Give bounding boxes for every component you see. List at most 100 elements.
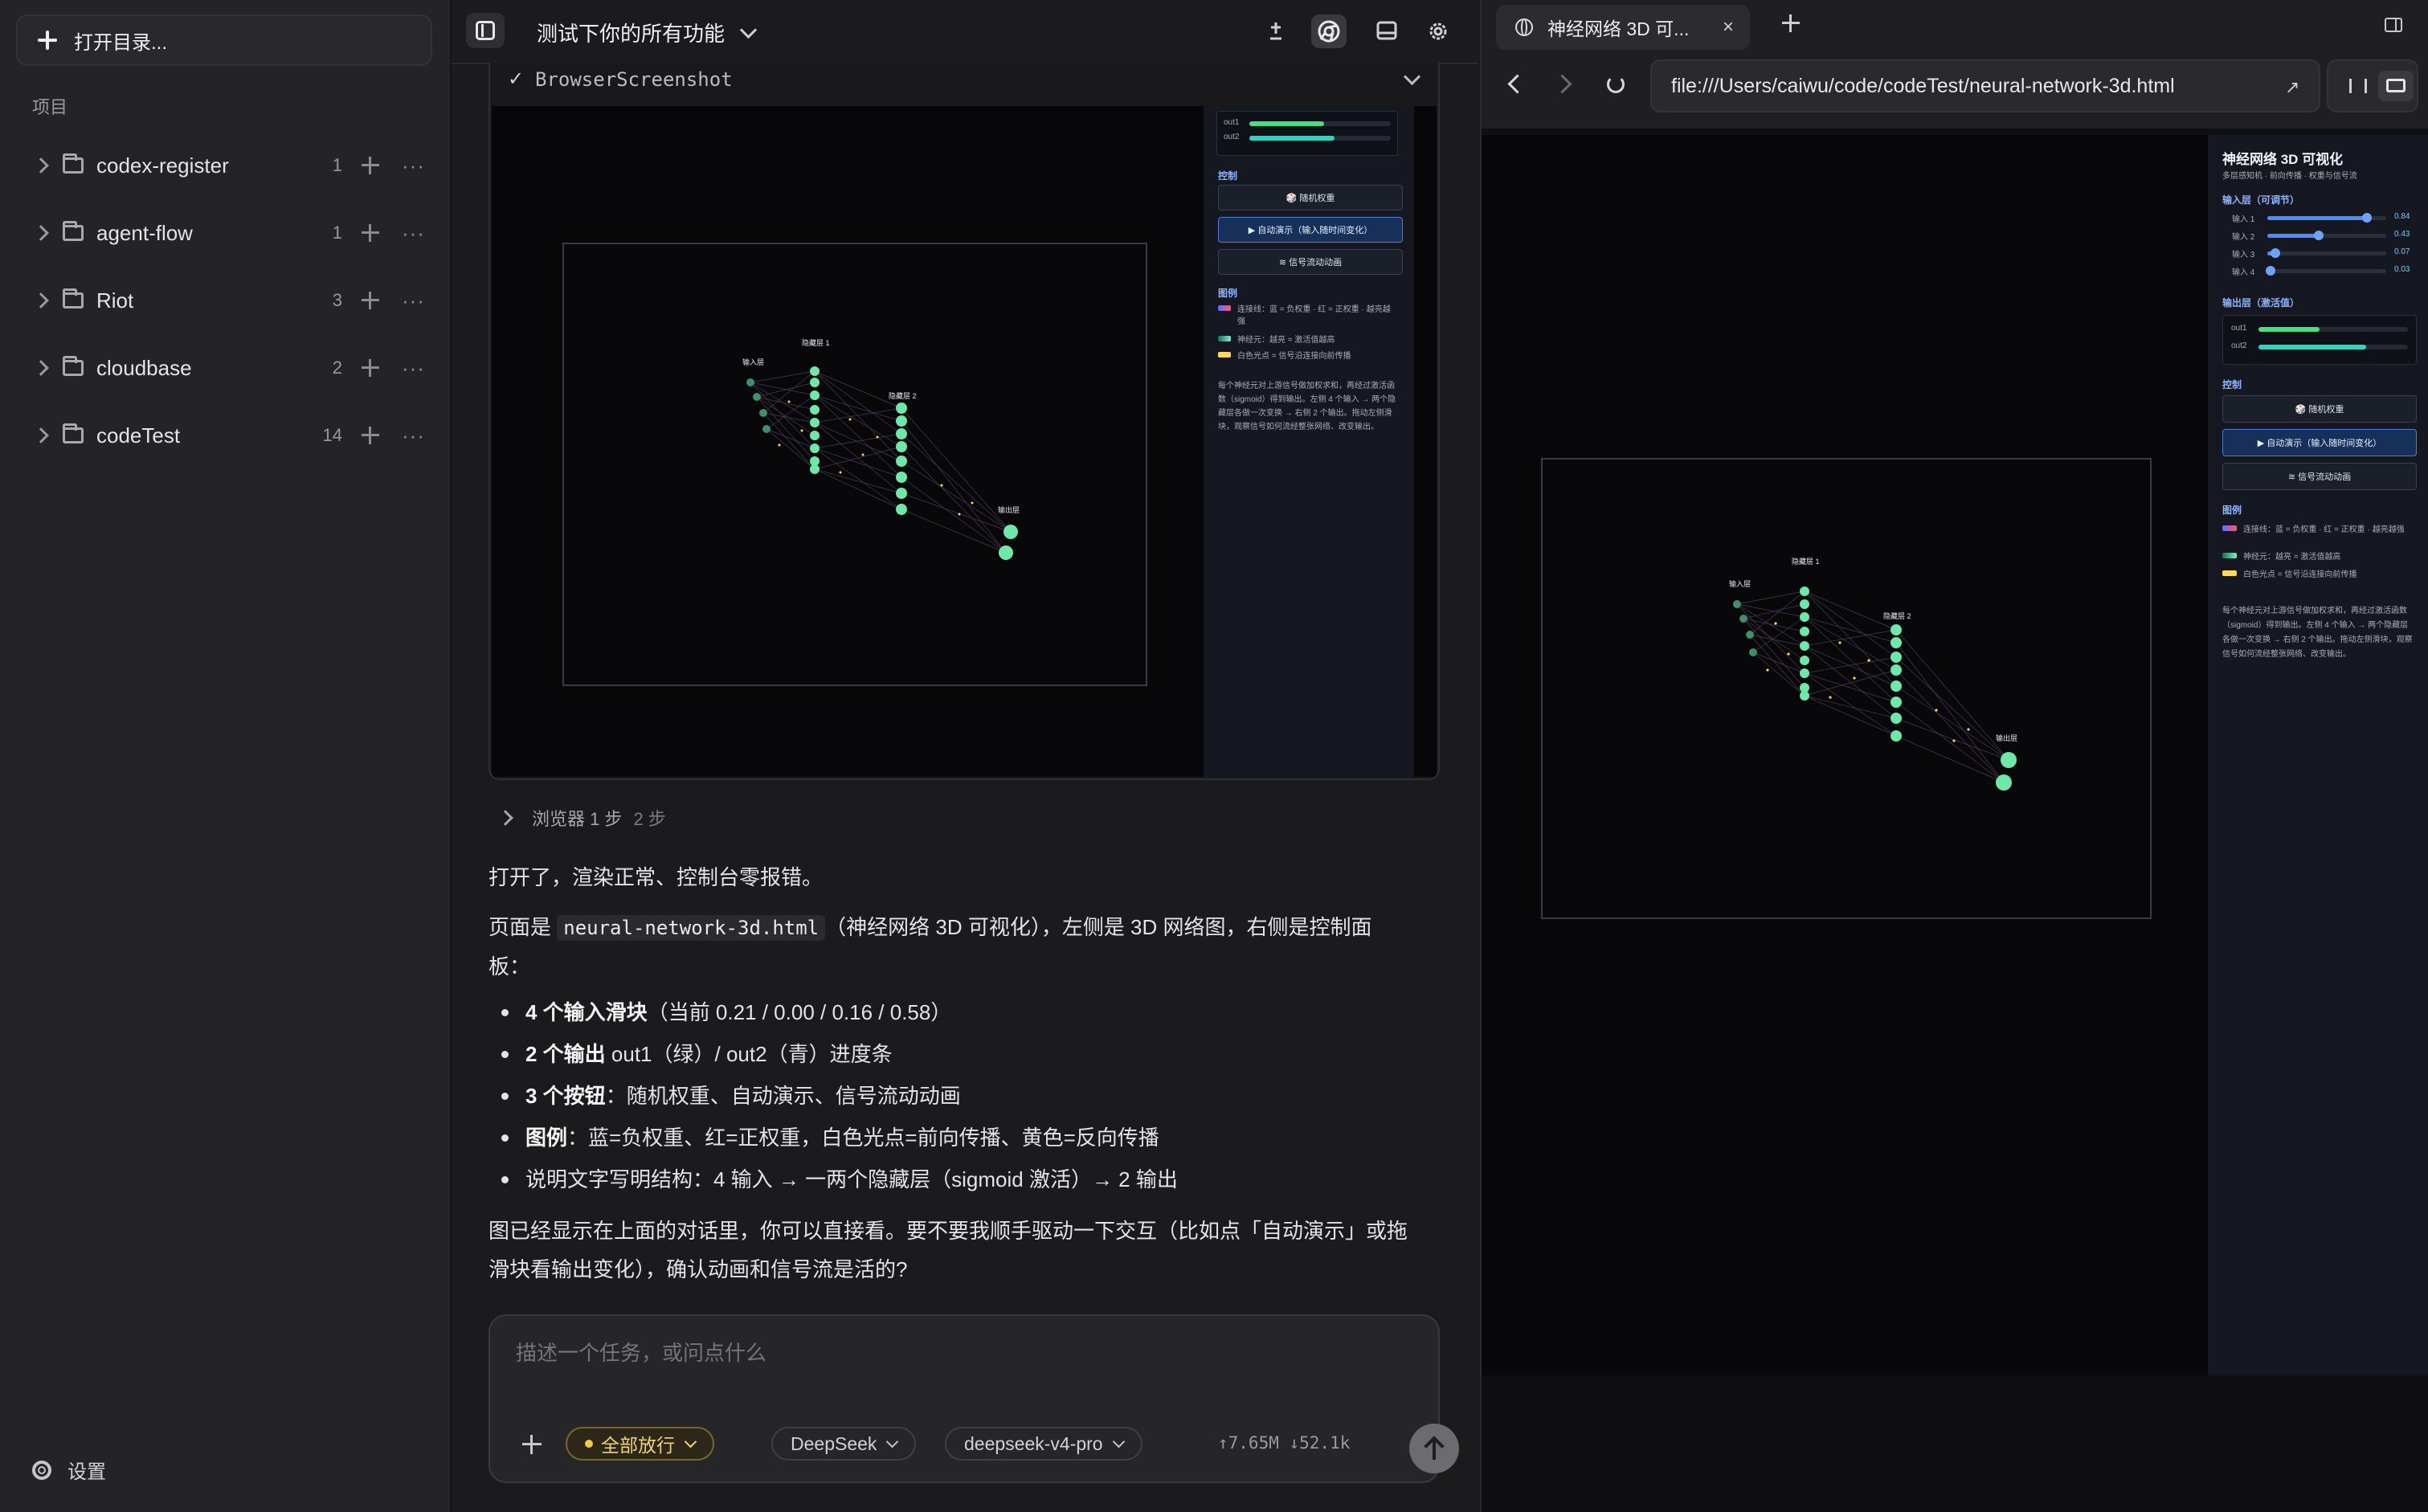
canvas-frame: 输入层 隐藏层 1 隐藏层 2 输出层	[562, 243, 1147, 686]
signal-flow-button[interactable]: ≋ 信号流动动画	[1218, 249, 1403, 275]
more-icon[interactable]: ···	[402, 155, 426, 176]
output-card: out1 out2	[1216, 111, 1398, 156]
chevron-down-icon	[684, 1435, 697, 1448]
fit-width-icon[interactable]	[2349, 79, 2367, 93]
input-slider[interactable]	[2267, 248, 2386, 258]
desktop-view-icon[interactable]	[2378, 71, 2414, 101]
list-item: 图例：蓝=负权重、红=正权重，白色光点=前向传播、黄色=反向传播	[501, 1117, 1441, 1159]
add-icon[interactable]	[362, 224, 379, 242]
output-bar	[2258, 327, 2408, 332]
controls-heading: 控制	[2222, 379, 2242, 390]
slider-value: 0.84	[2394, 212, 2410, 221]
output-bar	[1249, 121, 1391, 126]
chevron-right-icon[interactable]	[33, 225, 49, 241]
input-slider[interactable]	[2266, 266, 2386, 276]
tool-call-header[interactable]: ✓ BrowserScreenshot	[490, 63, 1438, 98]
project-name: codex-register	[96, 153, 229, 178]
input-slider[interactable]	[2267, 231, 2386, 240]
split-view-icon[interactable]	[2385, 18, 2402, 32]
permission-dropdown[interactable]: 全部放行	[566, 1427, 714, 1461]
layer-label: 输入层	[1729, 579, 1751, 588]
layer-label: 隐藏层 2	[1883, 611, 1911, 620]
browser-steps-toggle[interactable]: 浏览器 1 步 2 步	[497, 805, 666, 831]
auto-demo-button[interactable]: ▶ 自动演示（输入随时间变化）	[2222, 429, 2417, 456]
chevron-right-icon[interactable]	[33, 292, 49, 309]
legend-swatch	[2222, 553, 2237, 558]
auto-demo-button[interactable]: ▶ 自动演示（输入随时间变化）	[1218, 217, 1403, 243]
message-text: 滑块看输出变化），确认动画和信号流是活的?	[488, 1257, 908, 1281]
rendered-page: 输入层 隐藏层 1 隐藏层 2 输出层 神经网络 3D 可视化 多层感知机 · …	[1482, 135, 2428, 1375]
composer-input[interactable]	[514, 1340, 1417, 1367]
project-item-cloudbase[interactable]: cloudbase 2 ···	[16, 339, 434, 397]
check-icon: ✓	[508, 68, 525, 90]
project-name: codeTest	[96, 423, 181, 447]
thread-title-dropdown[interactable]: 测试下你的所有功能	[537, 18, 758, 47]
list-item: 4 个输入滑块（当前 0.21 / 0.00 / 0.16 / 0.58）	[501, 991, 1441, 1033]
more-icon[interactable]: ···	[402, 358, 426, 378]
chevron-right-icon[interactable]	[33, 360, 49, 376]
back-icon[interactable]	[1507, 74, 1527, 94]
project-count: 1	[332, 155, 342, 175]
signal-flow-button[interactable]: ≋ 信号流动动画	[2222, 463, 2417, 490]
add-icon[interactable]	[362, 157, 379, 174]
legend-text: 白色光点 = 信号沿连接向前传播	[1237, 352, 1351, 361]
output-label: out1	[1224, 118, 1240, 127]
attach-plus-icon[interactable]	[522, 1435, 542, 1454]
chevron-down-icon	[886, 1435, 899, 1448]
gear-icon[interactable]	[1420, 14, 1456, 48]
url-text[interactable]: file:///Users/caiwu/code/codeTest/neural…	[1671, 75, 2175, 98]
chevron-down-icon[interactable]	[1403, 67, 1421, 86]
more-icon[interactable]: ···	[402, 223, 426, 243]
settings-button[interactable]: 设置	[32, 1456, 106, 1484]
project-name: agent-flow	[96, 220, 193, 245]
input-slider[interactable]	[2267, 213, 2386, 223]
folder-icon	[63, 356, 84, 376]
add-icon[interactable]	[362, 427, 379, 444]
inputs-heading: 输入层（可调节）	[2222, 194, 2300, 206]
project-item-codetest[interactable]: codeTest 14 ···	[16, 407, 434, 464]
bullet-text: 说明文字写明结构：4 输入 → 一两个隐藏层（sigmoid 激活）→ 2 输出	[525, 1167, 1178, 1191]
forward-icon[interactable]	[1552, 74, 1572, 94]
folder-icon	[63, 221, 84, 241]
provider-dropdown[interactable]: DeepSeek	[771, 1427, 917, 1461]
steps-sub: 2 步	[633, 809, 666, 829]
new-tab-icon[interactable]	[1782, 14, 1800, 32]
slider-value: 0.43	[2394, 230, 2410, 239]
project-item-agent-flow[interactable]: agent-flow 1 ···	[16, 204, 434, 262]
legend-swatch	[1218, 305, 1231, 311]
panel-bottom-icon[interactable]	[1369, 14, 1404, 48]
sort-icon[interactable]	[1258, 14, 1294, 48]
close-tab-icon[interactable]: ×	[1723, 16, 1734, 39]
project-item-codex-register[interactable]: codex-register 1 ···	[16, 137, 434, 194]
open-directory-button[interactable]: 打开目录...	[16, 14, 432, 66]
layer-label: 隐藏层 1	[1792, 557, 1820, 566]
layer-label: 输入层	[742, 358, 764, 366]
slider-label: 输入 3	[2232, 251, 2255, 259]
open-external-icon[interactable]: ↗	[2285, 77, 2299, 98]
send-button[interactable]	[1409, 1424, 1459, 1473]
add-icon[interactable]	[362, 292, 379, 309]
url-bar[interactable]: file:///Users/caiwu/code/codeTest/neural…	[1650, 59, 2320, 112]
folder-icon	[63, 423, 84, 443]
slider-label: 输入 4	[2232, 268, 2255, 277]
sidebar-toggle-icon[interactable]	[466, 13, 505, 48]
layer-label: 输出层	[998, 505, 1020, 514]
legend-text: 连接线：蓝 = 负权重 · 红 = 正权重 · 越亮越强	[1237, 305, 1391, 326]
model-dropdown[interactable]: deepseek-v4-pro	[945, 1427, 1142, 1461]
browser-icon[interactable]	[1311, 14, 1347, 48]
add-icon[interactable]	[362, 359, 379, 377]
reload-icon[interactable]	[1607, 76, 1625, 93]
chevron-right-icon[interactable]	[33, 427, 49, 443]
random-weights-button[interactable]: 🎲 随机权重	[1218, 185, 1403, 210]
browser-tab[interactable]: 神经网络 3D 可... ×	[1496, 5, 1750, 50]
list-item: 3 个按钮：随机权重、自动演示、信号流动动画	[501, 1075, 1441, 1117]
layer-label: 输出层	[1996, 734, 2017, 742]
chevron-right-icon[interactable]	[33, 157, 49, 174]
controls-heading: 控制	[1218, 170, 1238, 182]
random-weights-button[interactable]: 🎲 随机权重	[2222, 395, 2417, 423]
project-item-riot[interactable]: Riot 3 ···	[16, 272, 434, 329]
more-icon[interactable]: ···	[402, 425, 426, 446]
bullet-bold: 4 个输入滑块	[525, 1000, 648, 1024]
more-icon[interactable]: ···	[402, 290, 426, 311]
project-count: 1	[332, 223, 342, 243]
